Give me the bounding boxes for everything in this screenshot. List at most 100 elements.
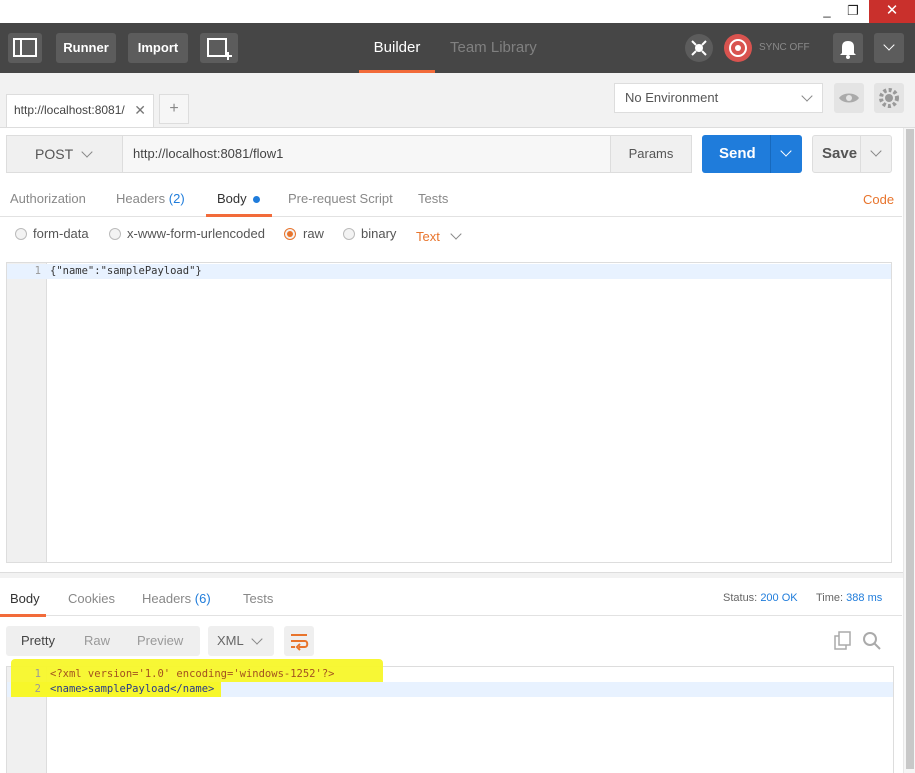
headers-count: (2) <box>168 191 185 206</box>
chevron-down-icon <box>801 90 813 102</box>
wrap-lines-button[interactable] <box>284 626 314 656</box>
chevron-down-icon <box>81 146 93 158</box>
generate-code-link[interactable]: Code <box>863 180 894 220</box>
line-gutter <box>7 263 47 562</box>
raw-label[interactable]: raw <box>303 226 324 241</box>
response-headers-count: (6) <box>194 591 211 606</box>
runner-button[interactable]: Runner <box>56 33 116 63</box>
tab-pre-request-script[interactable]: Pre-request Script <box>288 180 393 217</box>
eye-icon <box>839 93 859 103</box>
request-url-bar: POST http://localhost:8081/flow1 Params … <box>0 128 915 180</box>
tab-tests[interactable]: Tests <box>418 180 448 217</box>
chevron-down-icon <box>450 228 462 240</box>
search-icon[interactable] <box>862 631 882 654</box>
settings-menu-button[interactable] <box>874 33 904 63</box>
tab-response-headers-label: Headers <box>142 591 192 606</box>
import-button[interactable]: Import <box>128 33 188 63</box>
tab-builder[interactable]: Builder <box>359 23 435 73</box>
status-readout: Status: 200 OK <box>723 580 798 616</box>
request-tab-strip: http://localhost:8081/ ✕ + No Environmen… <box>0 73 915 128</box>
save-options-button[interactable] <box>860 135 892 173</box>
raw-button[interactable]: Raw <box>84 626 110 656</box>
chevron-down-icon <box>883 39 895 51</box>
response-body-viewer[interactable]: 1 <?xml version='1.0' encoding='windows-… <box>6 659 894 773</box>
app-header: Runner Import Builder Team Library SYNC … <box>0 23 915 73</box>
binary-radio[interactable] <box>343 228 355 240</box>
status-value: 200 OK <box>760 592 798 604</box>
params-button[interactable]: Params <box>610 135 692 173</box>
close-icon[interactable]: ✕ <box>134 95 146 125</box>
new-tab-button[interactable]: + <box>159 94 189 124</box>
chevron-down-icon <box>780 145 792 157</box>
bell-icon <box>840 41 856 59</box>
code-text: {"name":"samplePayload"} <box>50 265 202 277</box>
chevron-down-icon <box>870 145 882 157</box>
line-number: 1 <box>34 668 41 680</box>
pretty-button[interactable]: Pretty <box>21 626 55 656</box>
new-window-button[interactable] <box>200 33 238 63</box>
notifications-button[interactable] <box>833 33 863 63</box>
code-line: 2 <name>samplePayload</name> <box>7 682 893 697</box>
request-body-editor[interactable]: 1 {"name":"samplePayload"} <box>6 262 892 563</box>
body-mode-selector: form-data x-www-form-urlencoded raw bina… <box>0 220 902 254</box>
sync-icon[interactable] <box>724 34 752 62</box>
toggle-sidebar-button[interactable] <box>8 33 42 63</box>
request-tab[interactable]: http://localhost:8081/ ✕ <box>6 94 154 127</box>
manage-environments-button[interactable] <box>874 83 904 113</box>
response-language-label: XML <box>217 633 244 648</box>
quick-look-button[interactable] <box>834 83 864 113</box>
urlencoded-radio[interactable] <box>109 228 121 240</box>
request-section-tabs: Authorization Headers (2) Body Pre-reque… <box>0 180 902 217</box>
tab-test-results[interactable]: Tests <box>243 580 273 617</box>
line-number: 1 <box>34 265 41 277</box>
body-indicator-dot <box>253 196 261 204</box>
response-format-toggle: Pretty Raw Preview <box>6 626 200 656</box>
close-window-button[interactable]: ✕ <box>869 0 915 23</box>
sync-status-label: SYNC OFF <box>759 42 810 53</box>
environment-select[interactable]: No Environment <box>614 83 823 113</box>
scrollbar-thumb[interactable] <box>906 129 914 769</box>
raw-radio[interactable] <box>284 228 296 240</box>
time-label: Time: <box>816 592 844 604</box>
code-text: <?xml version='1.0' encoding='windows-12… <box>50 668 335 680</box>
response-language-select[interactable]: XML <box>208 626 274 656</box>
interceptor-icon[interactable] <box>685 34 713 62</box>
sidebar-icon <box>13 38 37 57</box>
response-tabs: Body Cookies Headers (6) Tests Status: 2… <box>0 580 902 617</box>
tab-body[interactable]: Body <box>206 180 272 217</box>
method-label: POST <box>35 146 74 162</box>
tab-headers-label: Headers <box>116 191 166 206</box>
wrap-icon <box>291 634 309 651</box>
request-tab-label: http://localhost:8081/ <box>14 103 125 117</box>
restore-button[interactable]: ❐ <box>840 0 866 23</box>
time-value: 388 ms <box>846 592 883 604</box>
copy-icon[interactable] <box>833 631 853 654</box>
tab-cookies[interactable]: Cookies <box>68 580 115 617</box>
content-type-select[interactable]: Text <box>416 228 462 244</box>
method-select[interactable]: POST <box>6 135 123 173</box>
minimize-button[interactable]: _ <box>814 0 840 23</box>
window-title-bar: _ ❐ ✕ <box>0 0 915 23</box>
tab-authorization[interactable]: Authorization <box>10 180 86 217</box>
code-line: 1 <?xml version='1.0' encoding='windows-… <box>7 667 893 682</box>
new-window-icon <box>207 38 232 60</box>
status-label: Status: <box>723 592 758 604</box>
page-scrollbar[interactable] <box>903 128 915 773</box>
tab-response-body[interactable]: Body <box>0 580 46 617</box>
environment-label: No Environment <box>625 90 719 105</box>
content-type-label: Text <box>416 229 440 244</box>
code-line: 1 {"name":"samplePayload"} <box>7 264 891 279</box>
preview-button[interactable]: Preview <box>137 626 183 656</box>
send-options-button[interactable] <box>770 135 802 173</box>
binary-label[interactable]: binary <box>361 226 396 241</box>
tab-team-library[interactable]: Team Library <box>450 23 537 73</box>
tab-headers[interactable]: Headers (2) <box>116 180 185 217</box>
response-divider[interactable] <box>0 572 915 578</box>
chevron-down-icon <box>251 633 263 645</box>
tab-body-label: Body <box>217 191 247 206</box>
form-data-label[interactable]: form-data <box>33 226 89 241</box>
url-input[interactable]: http://localhost:8081/flow1 <box>122 135 611 173</box>
form-data-radio[interactable] <box>15 228 27 240</box>
tab-response-headers[interactable]: Headers (6) <box>142 580 211 617</box>
urlencoded-label[interactable]: x-www-form-urlencoded <box>127 226 265 241</box>
